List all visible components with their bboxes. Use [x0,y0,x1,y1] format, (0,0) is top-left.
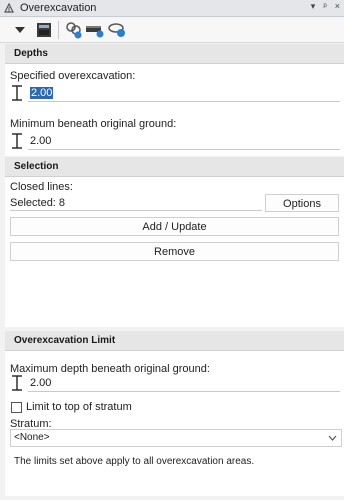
menu-dropdown-icon[interactable]: ▾ [311,1,316,12]
minimum-beneath-input[interactable]: 2.00 [10,131,340,151]
height-icon [12,375,22,391]
limit-to-stratum-label[interactable]: Limit to top of stratum [26,401,132,413]
specified-overexcavation-label: Specified overexcavation: [10,70,136,82]
remove-button[interactable]: Remove [10,242,339,261]
create-surface-icon[interactable] [85,20,105,40]
height-icon [12,133,22,149]
options-button[interactable]: Options [265,194,339,212]
pin-icon[interactable]: ᵖ [323,1,326,12]
palette-icon [3,2,15,14]
stratum-select[interactable]: <None> [10,429,342,447]
dropdown-arrow-icon[interactable] [14,20,26,40]
limit-panel: Overexcavation Limit [5,331,344,496]
closed-lines-label: Closed lines: [10,181,73,193]
select-lines-icon[interactable] [65,20,83,40]
title-bar: Overexcavation ▾ ᵖ × [0,0,344,17]
toolbar [0,18,344,43]
depths-header: Depths [5,44,344,64]
max-depth-value: 2.00 [30,377,52,389]
add-update-button[interactable]: Add / Update [10,217,339,236]
minimum-beneath-value: 2.00 [30,135,52,147]
specified-overexcavation-value: 2.00 [30,87,54,99]
stratum-value: <None> [14,432,50,443]
toolbar-separator [58,21,59,39]
height-icon [12,85,22,101]
specified-overexcavation-field[interactable]: 2.00 [28,84,340,102]
selected-underline [10,210,262,211]
limit-to-stratum-checkbox[interactable] [11,402,22,413]
chevron-down-icon [328,430,337,452]
limits-note: The limits set above apply to all overex… [14,456,255,467]
specified-overexcavation-input[interactable]: 2.00 [10,83,340,103]
selected-count: Selected: 8 [10,197,66,209]
properties-icon[interactable] [36,20,52,40]
max-depth-input[interactable]: 2.00 [10,373,340,393]
max-depth-field[interactable]: 2.00 [28,374,340,392]
link-update-icon[interactable] [107,20,127,40]
limit-header: Overexcavation Limit [5,331,344,351]
selection-header: Selection [5,157,344,177]
minimum-beneath-field[interactable]: 2.00 [28,132,340,150]
close-icon[interactable]: × [335,1,340,12]
window-title: Overexcavation [20,2,97,14]
minimum-beneath-label: Minimum beneath original ground: [10,118,177,130]
